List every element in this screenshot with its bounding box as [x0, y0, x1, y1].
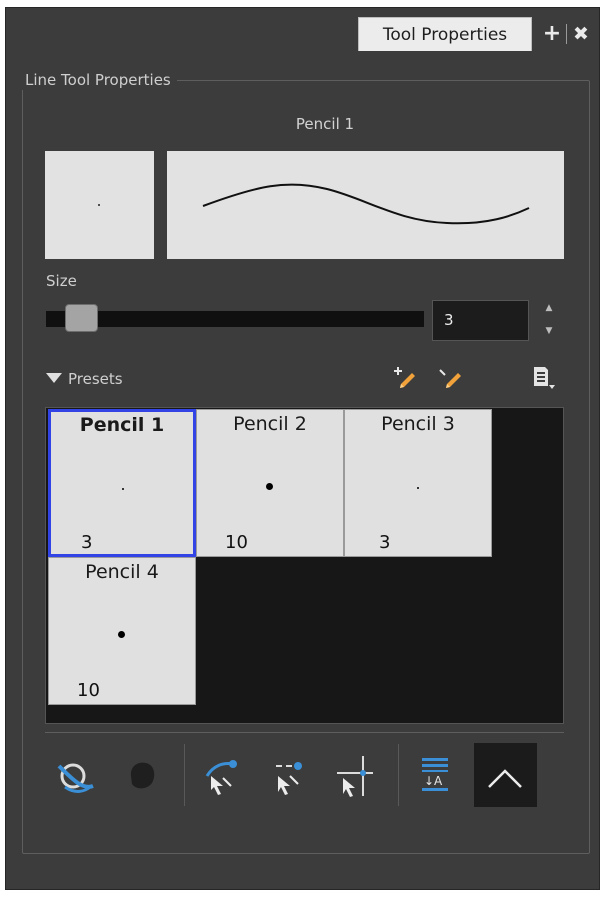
stroke-preview	[167, 151, 564, 259]
size-label: Size	[46, 272, 77, 290]
tip-dot	[98, 204, 100, 206]
size-decrement-icon[interactable]: ▼	[543, 325, 555, 337]
preset-tip-dot	[417, 487, 419, 489]
tip-preview	[45, 151, 154, 259]
presets-toggle[interactable]: Presets	[46, 369, 123, 389]
presets-list: Pencil 1 3 Pencil 2 10 Pencil 3 3 Pencil…	[45, 407, 564, 724]
preset-tile-pencil-3[interactable]: Pencil 3 3	[344, 409, 492, 557]
stroke-preview-curve	[202, 183, 530, 225]
preset-tip-dot	[266, 483, 273, 490]
current-tool-name: Pencil 1	[295, 115, 355, 133]
preset-tip-dot	[122, 488, 124, 490]
preset-name: Pencil 4	[85, 561, 159, 583]
collapse-triangle-icon	[46, 373, 62, 383]
stroke-order-icon[interactable]: ↓A	[413, 746, 457, 806]
size-input[interactable]: 3	[432, 300, 529, 341]
preset-menu-icon[interactable]	[530, 364, 558, 392]
toolbar-separator	[184, 744, 185, 806]
join-mode-icon	[488, 769, 522, 788]
svg-text:↓A: ↓A	[424, 774, 443, 788]
presets-label: Presets	[68, 370, 123, 388]
shape-fill-icon[interactable]	[121, 746, 165, 806]
preset-tile-pencil-1[interactable]: Pencil 1 3	[48, 409, 196, 557]
preset-tile-pencil-4[interactable]: Pencil 4 10	[48, 557, 196, 705]
add-view-button[interactable]: +	[540, 19, 564, 49]
preset-tip-dot	[118, 631, 125, 638]
snap-line-ends-icon[interactable]	[266, 746, 310, 806]
preset-size: 10	[77, 680, 100, 701]
toolbar-separator	[398, 744, 399, 806]
snap-contour-icon[interactable]	[201, 746, 245, 806]
group-title: Line Tool Properties	[19, 70, 177, 90]
close-view-button[interactable]: ✖	[569, 19, 593, 49]
preset-size: 10	[225, 532, 248, 553]
preset-tile-pencil-2[interactable]: Pencil 2 10	[196, 409, 344, 557]
preset-name: Pencil 1	[79, 414, 165, 436]
tab-tool-properties[interactable]: Tool Properties	[358, 17, 532, 51]
auto-flatten-icon[interactable]	[53, 746, 97, 806]
new-preset-icon[interactable]	[391, 364, 419, 392]
size-increment-icon[interactable]: ▲	[543, 302, 555, 314]
preset-name: Pencil 3	[381, 413, 455, 435]
snap-align-icon[interactable]	[333, 746, 377, 806]
toolbar-divider	[45, 732, 564, 733]
tab-divider	[566, 24, 567, 44]
join-mode-button[interactable]	[474, 743, 537, 807]
preset-name: Pencil 2	[233, 413, 307, 435]
preset-size: 3	[379, 532, 391, 553]
size-slider-track[interactable]	[46, 311, 424, 327]
preset-size: 3	[81, 532, 93, 553]
rename-preset-icon[interactable]	[437, 364, 465, 392]
size-slider-handle[interactable]	[64, 304, 98, 332]
